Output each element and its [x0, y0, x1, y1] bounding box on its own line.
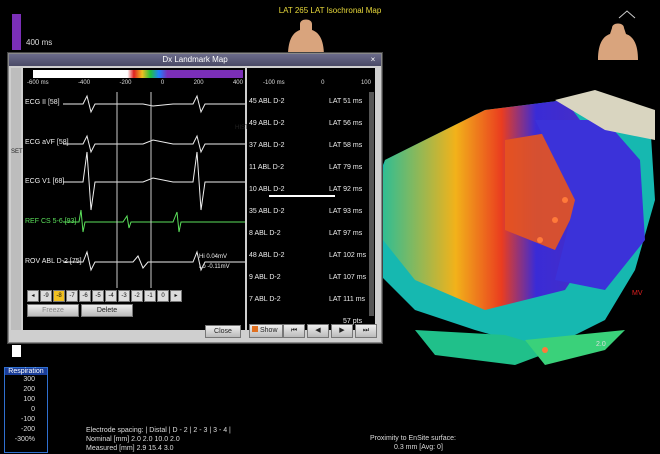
dialog-title[interactable]: Dx Landmark Map [9, 54, 381, 66]
beat-button[interactable]: -7 [66, 290, 78, 302]
respiration-title: Respiration [5, 368, 47, 375]
trace-label-rov-abl: ROV ABL D-2 [75] [25, 258, 82, 265]
respiration-value: 100 [23, 396, 35, 403]
prev-beat-icon[interactable]: ◂ [27, 290, 39, 302]
history-row-selected[interactable]: 10 ABL D-2 LAT 92 ms [249, 182, 365, 204]
freeze-button[interactable]: Freeze [27, 304, 79, 317]
respiration-value: -200 [20, 426, 35, 433]
waveform-panel[interactable]: -600 ms -400 -200 0 200 400 ECG II [58] … [23, 68, 245, 330]
beat-button[interactable]: 0 [157, 290, 169, 302]
history-tick: -100 ms [263, 80, 285, 86]
respiration-panel: Respiration 300 200 100 0 -100 -200 -300… [4, 367, 48, 453]
beat-button[interactable]: -2 [131, 290, 143, 302]
beat-button[interactable]: -9 [40, 290, 52, 302]
history-row[interactable]: 9 ABL D-2 LAT 107 ms [249, 270, 366, 292]
electrode-spacing-header: Electrode spacing: | Distal | D - 2 | 2 … [86, 427, 231, 434]
torso-back-icon [598, 23, 638, 60]
map-title: LAT 265 LAT Isochronal Map [278, 6, 382, 15]
torso-front-icon [288, 19, 324, 56]
time-axis: -600 ms -400 -200 0 200 400 [27, 80, 243, 86]
show-toggle[interactable]: Show [249, 324, 283, 338]
color-scale-bottom [12, 345, 21, 357]
beat-button[interactable]: -5 [92, 290, 104, 302]
respiration-value: -300% [14, 436, 35, 443]
dialog-close-icon[interactable]: × [368, 55, 378, 65]
isochronal-3d-map[interactable] [355, 80, 660, 410]
history-row[interactable]: 45 ABL D-2 LAT 51 ms [249, 94, 365, 116]
history-row[interactable]: 48 ABL D-2 LAT 102 ms [249, 248, 366, 270]
respiration-value: -100 [20, 416, 35, 423]
hi-value: Hi 0.04mV [199, 254, 228, 260]
lat-color-bar [33, 70, 243, 78]
show-checkbox-icon [252, 326, 258, 332]
electrode-nominal: Nominal [mm] 2.0 2.0 10.0 2.0 [86, 436, 180, 443]
last-icon[interactable]: ⏭ [355, 324, 377, 338]
history-row[interactable]: 11 ABL D-2 LAT 79 ms [249, 160, 365, 182]
respiration-value: 0 [31, 406, 35, 413]
respiration-value: 200 [23, 386, 35, 393]
time-tick: 0 [160, 80, 165, 86]
history-row[interactable]: 35 ABL D-2 LAT 93 ms [249, 204, 365, 226]
time-tick: -600 ms [27, 80, 49, 86]
proximity-label: Proximity to EnSite surface: [370, 435, 456, 442]
color-scale-label: 400 ms [26, 38, 53, 47]
history-scrollbar[interactable] [369, 92, 374, 316]
history-list[interactable]: 45 ABL D-2 LAT 51 ms 49 ABL D-2 LAT 56 ms … [249, 94, 366, 314]
dx-landmark-dialog[interactable]: Dx Landmark Map × SETUP -600 ms -400 -20… [8, 53, 382, 343]
beat-button[interactable]: -3 [118, 290, 130, 302]
beat-button-selected[interactable]: -8 [53, 290, 65, 302]
next-icon[interactable]: ▶ [331, 324, 353, 338]
color-scale-top [12, 14, 21, 50]
history-row[interactable]: 49 ABL D-2 LAT 56 ms [249, 116, 365, 138]
first-icon[interactable]: ⏮ [283, 324, 305, 338]
lo-value: Lo -0.11mV [199, 264, 230, 270]
history-side-tab[interactable]: HISTORY [235, 124, 261, 264]
selected-row-marker [269, 195, 335, 197]
beat-button[interactable]: -4 [105, 290, 117, 302]
history-row[interactable]: 37 ABL D-2 LAT 58 ms [249, 138, 365, 160]
beat-button[interactable]: -1 [144, 290, 156, 302]
setup-side-tab[interactable]: SETUP [11, 68, 32, 330]
close-button[interactable]: Close [205, 325, 241, 338]
history-tick: 0 [321, 80, 325, 86]
time-tick: 400 [232, 80, 243, 86]
trace-label-ecg-ii: ECG II [58] [25, 99, 60, 106]
electrode-measured: Measured [mm] 2.9 15.4 3.0 [86, 445, 174, 452]
delete-button[interactable]: Delete [81, 304, 133, 317]
setup-tab-label: SETUP [11, 149, 32, 155]
history-axis: -100 ms 0 100 [263, 80, 371, 86]
history-tab-label: HISTORY [235, 124, 261, 133]
beat-selector[interactable]: ◂ -9 -8 -7 -6 -5 -4 -3 -2 -1 0 ▸ [27, 290, 182, 302]
map-point-label: 2.0 [596, 341, 606, 348]
proximity-value: 0.3 mm [Avg: 0] [394, 444, 443, 451]
previous-icon[interactable]: ◀ [307, 324, 329, 338]
history-tick: 100 [360, 80, 371, 86]
show-label: Show [260, 327, 278, 334]
trace-label-ecg-avf: ECG aVF [58] [25, 139, 69, 146]
time-tick: -400 [78, 80, 91, 86]
history-row[interactable]: 7 ABL D-2 LAT 111 ms [249, 292, 365, 314]
history-panel[interactable]: -100 ms 0 100 45 ABL D-2 LAT 51 ms 49 ABL… [247, 68, 375, 330]
trace-label-ref-cs: REF CS 5-6 [93] [25, 218, 77, 225]
trace-label-ecg-v1: ECG V1 [68] [25, 178, 65, 185]
time-tick: 200 [193, 80, 204, 86]
next-beat-icon[interactable]: ▸ [170, 290, 182, 302]
respiration-value: 300 [23, 376, 35, 383]
time-tick: -200 [119, 80, 132, 86]
beat-button[interactable]: -6 [79, 290, 91, 302]
mv-label: MV [632, 290, 643, 297]
history-row[interactable]: 8 ABL D-2 LAT 97 ms [249, 226, 365, 248]
orientation-marker [617, 7, 637, 19]
